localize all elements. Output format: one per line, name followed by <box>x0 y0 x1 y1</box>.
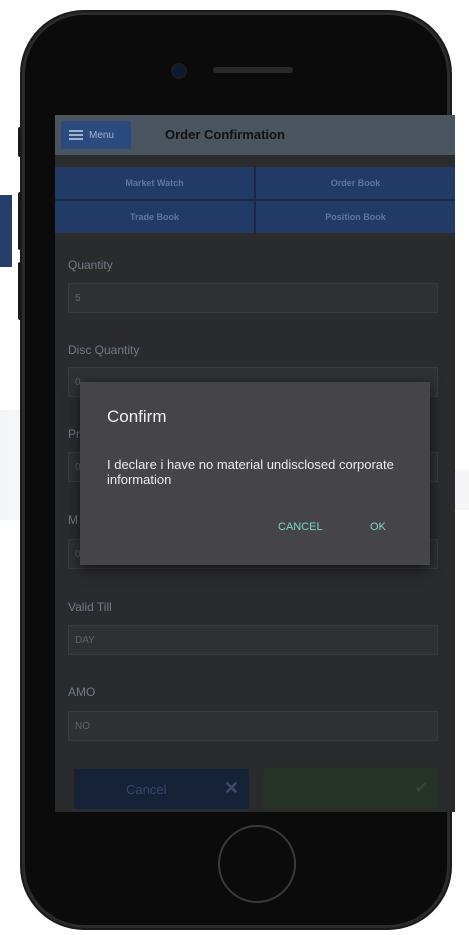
amo-label: AMO <box>68 685 96 699</box>
page-title: Order Confirmation <box>165 127 285 142</box>
nav-market-watch[interactable]: Market Watch <box>55 167 254 199</box>
app-screen: Menu Order Confirmation Market Watch Ord… <box>55 115 455 812</box>
confirm-dialog: Confirm I declare i have no material und… <box>80 382 430 565</box>
volume-down-button <box>18 262 22 320</box>
dialog-ok-button[interactable]: OK <box>370 521 386 533</box>
cancel-button[interactable]: Cancel ✕ <box>74 769 249 809</box>
submit-button[interactable]: ✔ <box>263 769 438 809</box>
quantity-field[interactable]: 5 <box>68 283 438 313</box>
dialog-title: Confirm <box>107 407 167 426</box>
app-header: Menu Order Confirmation <box>55 115 455 155</box>
nav-position-book[interactable]: Position Book <box>256 201 455 233</box>
menu-label: Menu <box>89 129 115 141</box>
hamburger-icon <box>69 130 83 140</box>
price-label: Pr <box>68 427 80 441</box>
nav-order-book[interactable]: Order Book <box>256 167 455 199</box>
background-side-bar <box>0 195 12 267</box>
camera-icon <box>173 65 185 77</box>
amo-field[interactable]: NO <box>68 711 438 741</box>
check-icon: ✔ <box>414 780 428 797</box>
dialog-cancel-button[interactable]: CANCEL <box>278 521 323 533</box>
quantity-label: Quantity <box>68 258 113 272</box>
nav-grid: Market Watch Order Book Trade Book Posit… <box>55 167 455 233</box>
menu-button[interactable]: Menu <box>61 121 131 149</box>
cancel-button-label: Cancel <box>126 781 167 797</box>
disc-quantity-label: Disc Quantity <box>68 343 140 357</box>
m-field-label: M <box>68 513 78 527</box>
mute-switch <box>18 127 22 157</box>
home-button[interactable] <box>218 825 296 903</box>
close-icon: ✕ <box>223 778 239 798</box>
speaker-grille <box>213 67 293 73</box>
nav-trade-book[interactable]: Trade Book <box>55 201 254 233</box>
volume-up-button <box>18 192 22 250</box>
valid-till-field[interactable]: DAY <box>68 625 438 655</box>
dialog-message: I declare i have no material undisclosed… <box>107 457 394 487</box>
valid-till-label: Valid Till <box>68 600 112 614</box>
